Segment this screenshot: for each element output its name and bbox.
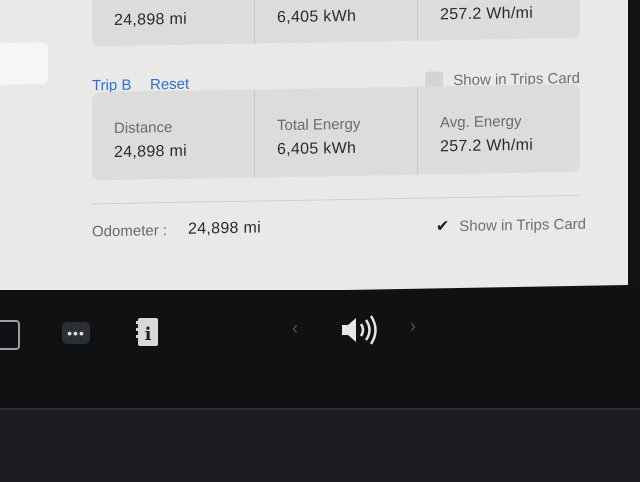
trip-a-avg-energy-cell: 257.2 Wh/mi [418, 0, 580, 41]
bottom-taskbar: ••• i ‹ › [0, 290, 640, 410]
trip-b-distance-cell: Distance 24,898 mi [92, 89, 255, 181]
trip-b-avg-energy-cell: Avg. Energy 257.2 Wh/mi [418, 84, 580, 175]
chevron-left-icon[interactable]: ‹ [292, 318, 298, 339]
speaker-volume-icon[interactable] [338, 312, 380, 348]
trip-b-energy-label: Total Energy [277, 115, 361, 135]
side-tab[interactable] [0, 42, 48, 85]
info-icon[interactable]: i [134, 316, 162, 348]
trip-b-distance-value: 24,898 mi [114, 142, 187, 162]
trip-a-energy-value: 6,405 kWh [277, 7, 357, 27]
trip-a-distance-value: 24,898 mi [114, 10, 187, 30]
trip-b-energy-value: 6,405 kWh [277, 139, 357, 159]
trip-b-energy-cell: Total Energy 6,405 kWh [255, 86, 418, 178]
odometer-label: Odometer : [92, 222, 168, 241]
trip-b-distance-label: Distance [114, 118, 173, 138]
more-icon[interactable]: ••• [62, 322, 90, 344]
trip-a-stats-card: 24,898 mi 6,405 kWh 257.2 Wh/mi [92, 0, 580, 47]
svg-text:i: i [145, 324, 152, 345]
checkmark-icon[interactable]: ✔ [436, 216, 449, 236]
trips-panel: 24,898 mi 6,405 kWh 257.2 Wh/mi Trip B R… [0, 0, 628, 297]
trip-b-avg-energy-label: Avg. Energy [440, 112, 522, 132]
chevron-right-icon[interactable]: › [410, 316, 416, 337]
touchscreen: 24,898 mi 6,405 kWh 257.2 Wh/mi Trip B R… [0, 0, 640, 420]
trip-b-stats-card: Distance 24,898 mi Total Energy 6,405 kW… [92, 83, 580, 181]
trip-a-energy-cell: 6,405 kWh [255, 0, 418, 44]
section-divider [92, 194, 580, 205]
odometer-show-in-trips-card-toggle[interactable]: ✔ Show in Trips Card [436, 212, 586, 239]
odometer-checkbox-label: Show in Trips Card [459, 215, 586, 235]
odometer-value: 24,898 mi [188, 219, 261, 238]
wiper-icon[interactable] [0, 320, 20, 350]
screen-bezel [0, 408, 640, 482]
trip-a-avg-energy-value: 257.2 Wh/mi [440, 4, 534, 24]
trip-b-avg-energy-value: 257.2 Wh/mi [440, 136, 534, 156]
trip-a-distance-cell: 24,898 mi [92, 0, 255, 47]
odometer-row: Odometer : 24,898 mi ✔ Show in Trips Car… [92, 212, 586, 247]
